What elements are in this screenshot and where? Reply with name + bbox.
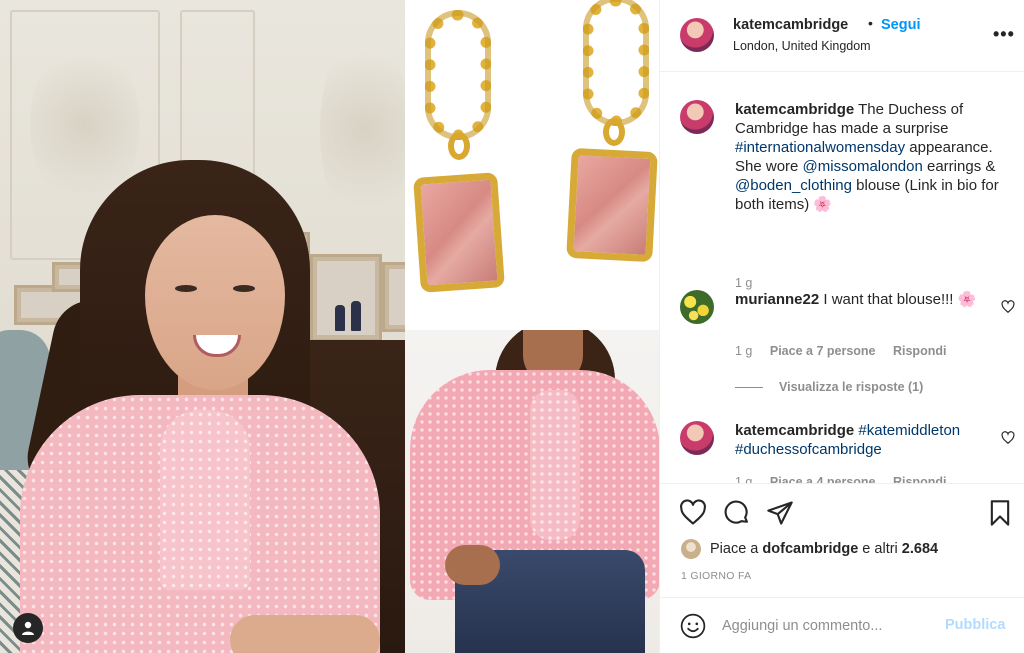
post-sidebar: katemcambridge • Segui London, United Ki… [659, 0, 1024, 653]
likes-count[interactable]: 2.684 [902, 541, 938, 557]
caption-time[interactable]: 1 g [735, 276, 752, 290]
caption-text-part: earrings & [922, 158, 996, 175]
flower-emoji: 🌸 [813, 196, 833, 213]
caption-username[interactable]: katemcambridge [735, 101, 854, 118]
user-tag-button[interactable] [13, 613, 43, 643]
separator-dot: • [868, 15, 873, 31]
emoji-icon[interactable] [680, 613, 706, 639]
caption-text: katemcambridge The Duchess of Cambridge … [735, 100, 1007, 214]
replies-divider [735, 387, 763, 389]
author-username[interactable]: katemcambridge [733, 17, 848, 33]
post-timestamp[interactable]: 1 GIORNO FA [681, 570, 751, 582]
comment-time[interactable]: 1 g [735, 475, 752, 483]
smile [193, 335, 241, 357]
comment-body: I want that blouse!!! [819, 291, 958, 308]
commenter-avatar[interactable] [680, 290, 714, 324]
like-comment-icon[interactable] [1001, 300, 1015, 314]
liker-avatar[interactable] [681, 539, 701, 559]
comment-meta: 1 g Piace a 4 persone Rispondi [735, 475, 960, 483]
photo-earrings [405, 0, 659, 330]
wall-ornament [320, 30, 405, 230]
photo-frame [310, 254, 382, 342]
comment-likes[interactable]: Piace a 7 persone [770, 344, 876, 358]
caption-meta: 1 g [735, 276, 766, 290]
photo-frame [382, 262, 405, 332]
bookmark-icon[interactable] [986, 499, 1014, 527]
hashtag-link[interactable]: #internationalwomensday [735, 139, 905, 156]
blouse-bow [160, 410, 250, 590]
commenter-avatar[interactable] [680, 421, 714, 455]
post-location[interactable]: London, United Kingdom [733, 39, 871, 53]
instagram-post-view: katemcambridge • Segui London, United Ki… [0, 0, 1024, 653]
comment-meta: 1 g Piace a 7 persone Rispondi [735, 344, 960, 358]
reply-button[interactable]: Rispondi [893, 475, 946, 483]
likes-prefix: Piace a [710, 541, 763, 557]
comments-list[interactable]: katemcambridge The Duchess of Cambridge … [660, 73, 1024, 483]
hashtag-link[interactable]: #katemiddleton [858, 422, 960, 439]
earring-bail [448, 132, 470, 160]
view-replies-button[interactable]: Visualizza le risposte (1) [735, 380, 923, 394]
follow-button[interactable]: Segui [881, 17, 920, 33]
model-hand [445, 545, 500, 585]
like-comment-icon[interactable] [1001, 431, 1015, 445]
earring-hoop [425, 10, 491, 140]
view-replies-label: Visualizza le risposte (1) [779, 380, 924, 394]
model-blouse-bow [530, 390, 580, 540]
comment-text: murianne22 I want that blouse!!! 🌸 [735, 290, 1007, 309]
hands [230, 615, 380, 653]
earring-stone [413, 172, 505, 293]
comment-username[interactable]: katemcambridge [735, 422, 854, 439]
comment-input[interactable] [722, 612, 942, 640]
likes-middle: e altri [858, 541, 902, 557]
photo-duchess [0, 0, 405, 653]
earring-bail [603, 118, 625, 146]
eye [175, 285, 197, 292]
post-media[interactable] [0, 0, 659, 653]
heart-icon[interactable] [679, 499, 707, 527]
author-avatar[interactable] [680, 100, 714, 134]
earring-stone [566, 147, 658, 263]
post-actions: Piace a dofcambridge e altri 2.684 1 GIO… [660, 483, 1024, 598]
flower-emoji: 🌸 [957, 291, 977, 308]
reply-button[interactable]: Rispondi [893, 344, 946, 358]
eye [233, 285, 255, 292]
comment-text: katemcambridge #katemiddleton #duchessof… [735, 421, 1007, 459]
comment-username[interactable]: murianne22 [735, 291, 819, 308]
comment-likes[interactable]: Piace a 4 persone [770, 475, 876, 483]
comment-icon[interactable] [723, 499, 751, 527]
photo-model-blouse [405, 330, 659, 653]
mention-link[interactable]: @boden_clothing [735, 177, 852, 194]
share-icon[interactable] [766, 499, 794, 527]
add-comment-bar: Pubblica [660, 597, 1024, 653]
post-header: katemcambridge • Segui London, United Ki… [660, 0, 1024, 72]
author-avatar[interactable] [680, 18, 714, 52]
liker-username[interactable]: dofcambridge [762, 541, 858, 557]
earring-hoop [583, 0, 649, 126]
publish-button[interactable]: Pubblica [945, 617, 1005, 633]
comment-time[interactable]: 1 g [735, 344, 752, 358]
more-options-icon[interactable]: ••• [993, 25, 1015, 43]
hashtag-link[interactable]: #duchessofcambridge [735, 441, 882, 458]
person-icon [22, 621, 34, 635]
mention-link[interactable]: @missomalondon [803, 158, 923, 175]
likes-text: Piace a dofcambridge e altri 2.684 [710, 541, 938, 557]
